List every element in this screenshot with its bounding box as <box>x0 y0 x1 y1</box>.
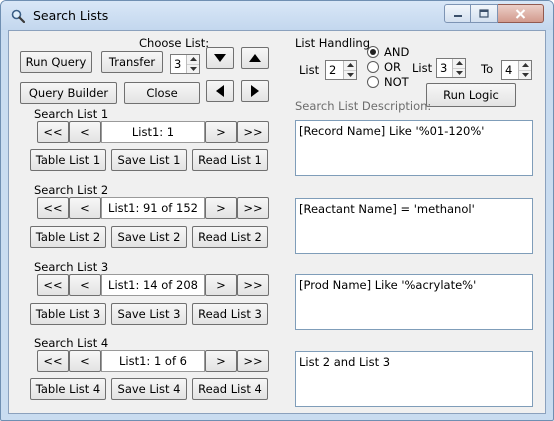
move-left-button[interactable] <box>206 80 234 102</box>
minimize-icon <box>453 14 462 17</box>
spin-down-button[interactable] <box>344 69 356 80</box>
title-bar[interactable]: Search Lists <box>1 1 553 30</box>
list-handling-list-value: 2 <box>329 63 337 77</box>
spin-up-icon <box>346 63 354 68</box>
run-logic-button[interactable]: Run Logic <box>426 83 516 107</box>
window-title: Search Lists <box>33 8 109 23</box>
list-handling-to-spinner[interactable]: 4 <box>501 60 532 80</box>
spin-down-button[interactable] <box>187 63 199 74</box>
list-handling-label: List Handling <box>295 36 371 50</box>
list-1-prev-button[interactable]: < <box>69 121 101 143</box>
spin-down-icon <box>189 66 197 71</box>
move-up-button[interactable] <box>241 47 269 69</box>
list-handling-list2-value: 3 <box>440 61 448 75</box>
move-down-button[interactable] <box>206 47 234 69</box>
transfer-button[interactable]: Transfer <box>101 51 163 73</box>
query-builder-button[interactable]: Query Builder <box>20 82 117 104</box>
read-list-4-button[interactable]: Read List 4 <box>192 378 268 400</box>
spin-up-icon <box>189 57 197 62</box>
list-4-last-button[interactable]: >> <box>237 350 269 372</box>
list-2-first-button[interactable]: << <box>37 197 69 219</box>
list-2-position: List1: 91 of 152 <box>101 197 205 219</box>
spin-up-button[interactable] <box>453 59 465 68</box>
read-list-1-button[interactable]: Read List 1 <box>192 149 268 171</box>
spin-up-icon <box>521 63 529 68</box>
spin-up-button[interactable] <box>187 55 199 64</box>
spin-down-button[interactable] <box>453 67 465 78</box>
spin-down-icon <box>346 72 354 77</box>
list2-label: List <box>412 61 433 75</box>
save-list-3-button[interactable]: Save List 3 <box>111 303 187 325</box>
search-list-4-title: Search List 4 <box>34 336 109 350</box>
read-list-3-button[interactable]: Read List 3 <box>192 303 268 325</box>
list-3-next-button[interactable]: > <box>205 274 237 296</box>
to-label: To <box>481 62 494 76</box>
triangle-down-icon <box>214 54 226 62</box>
radio-or[interactable]: OR <box>367 60 401 74</box>
list-3-description-field[interactable]: [Prod Name] Like '%acrylate%' <box>295 274 533 330</box>
save-list-1-button[interactable]: Save List 1 <box>111 149 187 171</box>
list-1-next-button[interactable]: > <box>205 121 237 143</box>
close-icon <box>515 8 526 19</box>
list-handling-list-spinner[interactable]: 2 <box>325 60 357 80</box>
list-4-next-button[interactable]: > <box>205 350 237 372</box>
maximize-icon <box>479 9 489 18</box>
list-label: List <box>299 63 320 77</box>
client-area: Run Query Transfer Choose List: 3 Query … <box>8 30 546 414</box>
search-list-3-title: Search List 3 <box>34 260 109 274</box>
choose-list-value: 3 <box>174 57 182 71</box>
table-list-2-button[interactable]: Table List 2 <box>30 226 106 248</box>
list-1-description-field[interactable]: [Record Name] Like '%01-120%' <box>295 120 533 176</box>
radio-and[interactable]: AND <box>367 45 409 59</box>
list-3-first-button[interactable]: << <box>37 274 69 296</box>
spin-up-button[interactable] <box>519 61 531 70</box>
list-4-position: List1: 1 of 6 <box>101 350 205 372</box>
radio-not[interactable]: NOT <box>367 75 409 89</box>
list-1-last-button[interactable]: >> <box>237 121 269 143</box>
move-right-button[interactable] <box>241 80 269 102</box>
run-query-button[interactable]: Run Query <box>20 51 92 73</box>
triangle-right-icon <box>251 85 259 97</box>
search-lists-window: Search Lists Run Query Transfer Choose L… <box>0 0 554 421</box>
list-handling-list2-spinner[interactable]: 3 <box>436 58 466 78</box>
close-button[interactable]: Close <box>124 82 200 104</box>
list-3-prev-button[interactable]: < <box>69 274 101 296</box>
list-1-first-button[interactable]: << <box>37 121 69 143</box>
list-3-last-button[interactable]: >> <box>237 274 269 296</box>
triangle-left-icon <box>216 85 224 97</box>
minimize-button[interactable] <box>444 4 471 23</box>
triangle-up-icon <box>249 54 261 62</box>
list-4-first-button[interactable]: << <box>37 350 69 372</box>
spin-down-icon <box>455 70 463 75</box>
spin-up-button[interactable] <box>344 61 356 70</box>
table-list-1-button[interactable]: Table List 1 <box>30 149 106 171</box>
list-2-description-field[interactable]: [Reactant Name] = 'methanol' <box>295 198 533 254</box>
list-2-last-button[interactable]: >> <box>237 197 269 219</box>
spin-up-icon <box>455 61 463 66</box>
read-list-2-button[interactable]: Read List 2 <box>192 226 268 248</box>
search-list-1-title: Search List 1 <box>34 107 109 121</box>
list-2-next-button[interactable]: > <box>205 197 237 219</box>
choose-list-spinner[interactable]: 3 <box>170 54 200 74</box>
save-list-4-button[interactable]: Save List 4 <box>111 378 187 400</box>
search-list-2-title: Search List 2 <box>34 183 109 197</box>
table-list-4-button[interactable]: Table List 4 <box>30 378 106 400</box>
list-3-position: List1: 14 of 208 <box>101 274 205 296</box>
choose-list-label: Choose List: <box>139 36 210 50</box>
list-1-position: List1: 1 <box>101 121 205 143</box>
save-list-2-button[interactable]: Save List 2 <box>111 226 187 248</box>
spin-down-icon <box>521 72 529 77</box>
list-4-prev-button[interactable]: < <box>69 350 101 372</box>
radio-selected-dot <box>370 49 376 55</box>
spin-down-button[interactable] <box>519 69 531 80</box>
list-handling-to-value: 4 <box>505 63 513 77</box>
list-2-prev-button[interactable]: < <box>69 197 101 219</box>
maximize-button[interactable] <box>471 4 498 23</box>
list-4-description-field[interactable]: List 2 and List 3 <box>295 351 533 407</box>
search-list-description-label: Search List Description: <box>295 99 432 113</box>
magnifier-icon <box>11 9 25 23</box>
table-list-3-button[interactable]: Table List 3 <box>30 303 106 325</box>
close-window-button[interactable] <box>498 4 544 23</box>
